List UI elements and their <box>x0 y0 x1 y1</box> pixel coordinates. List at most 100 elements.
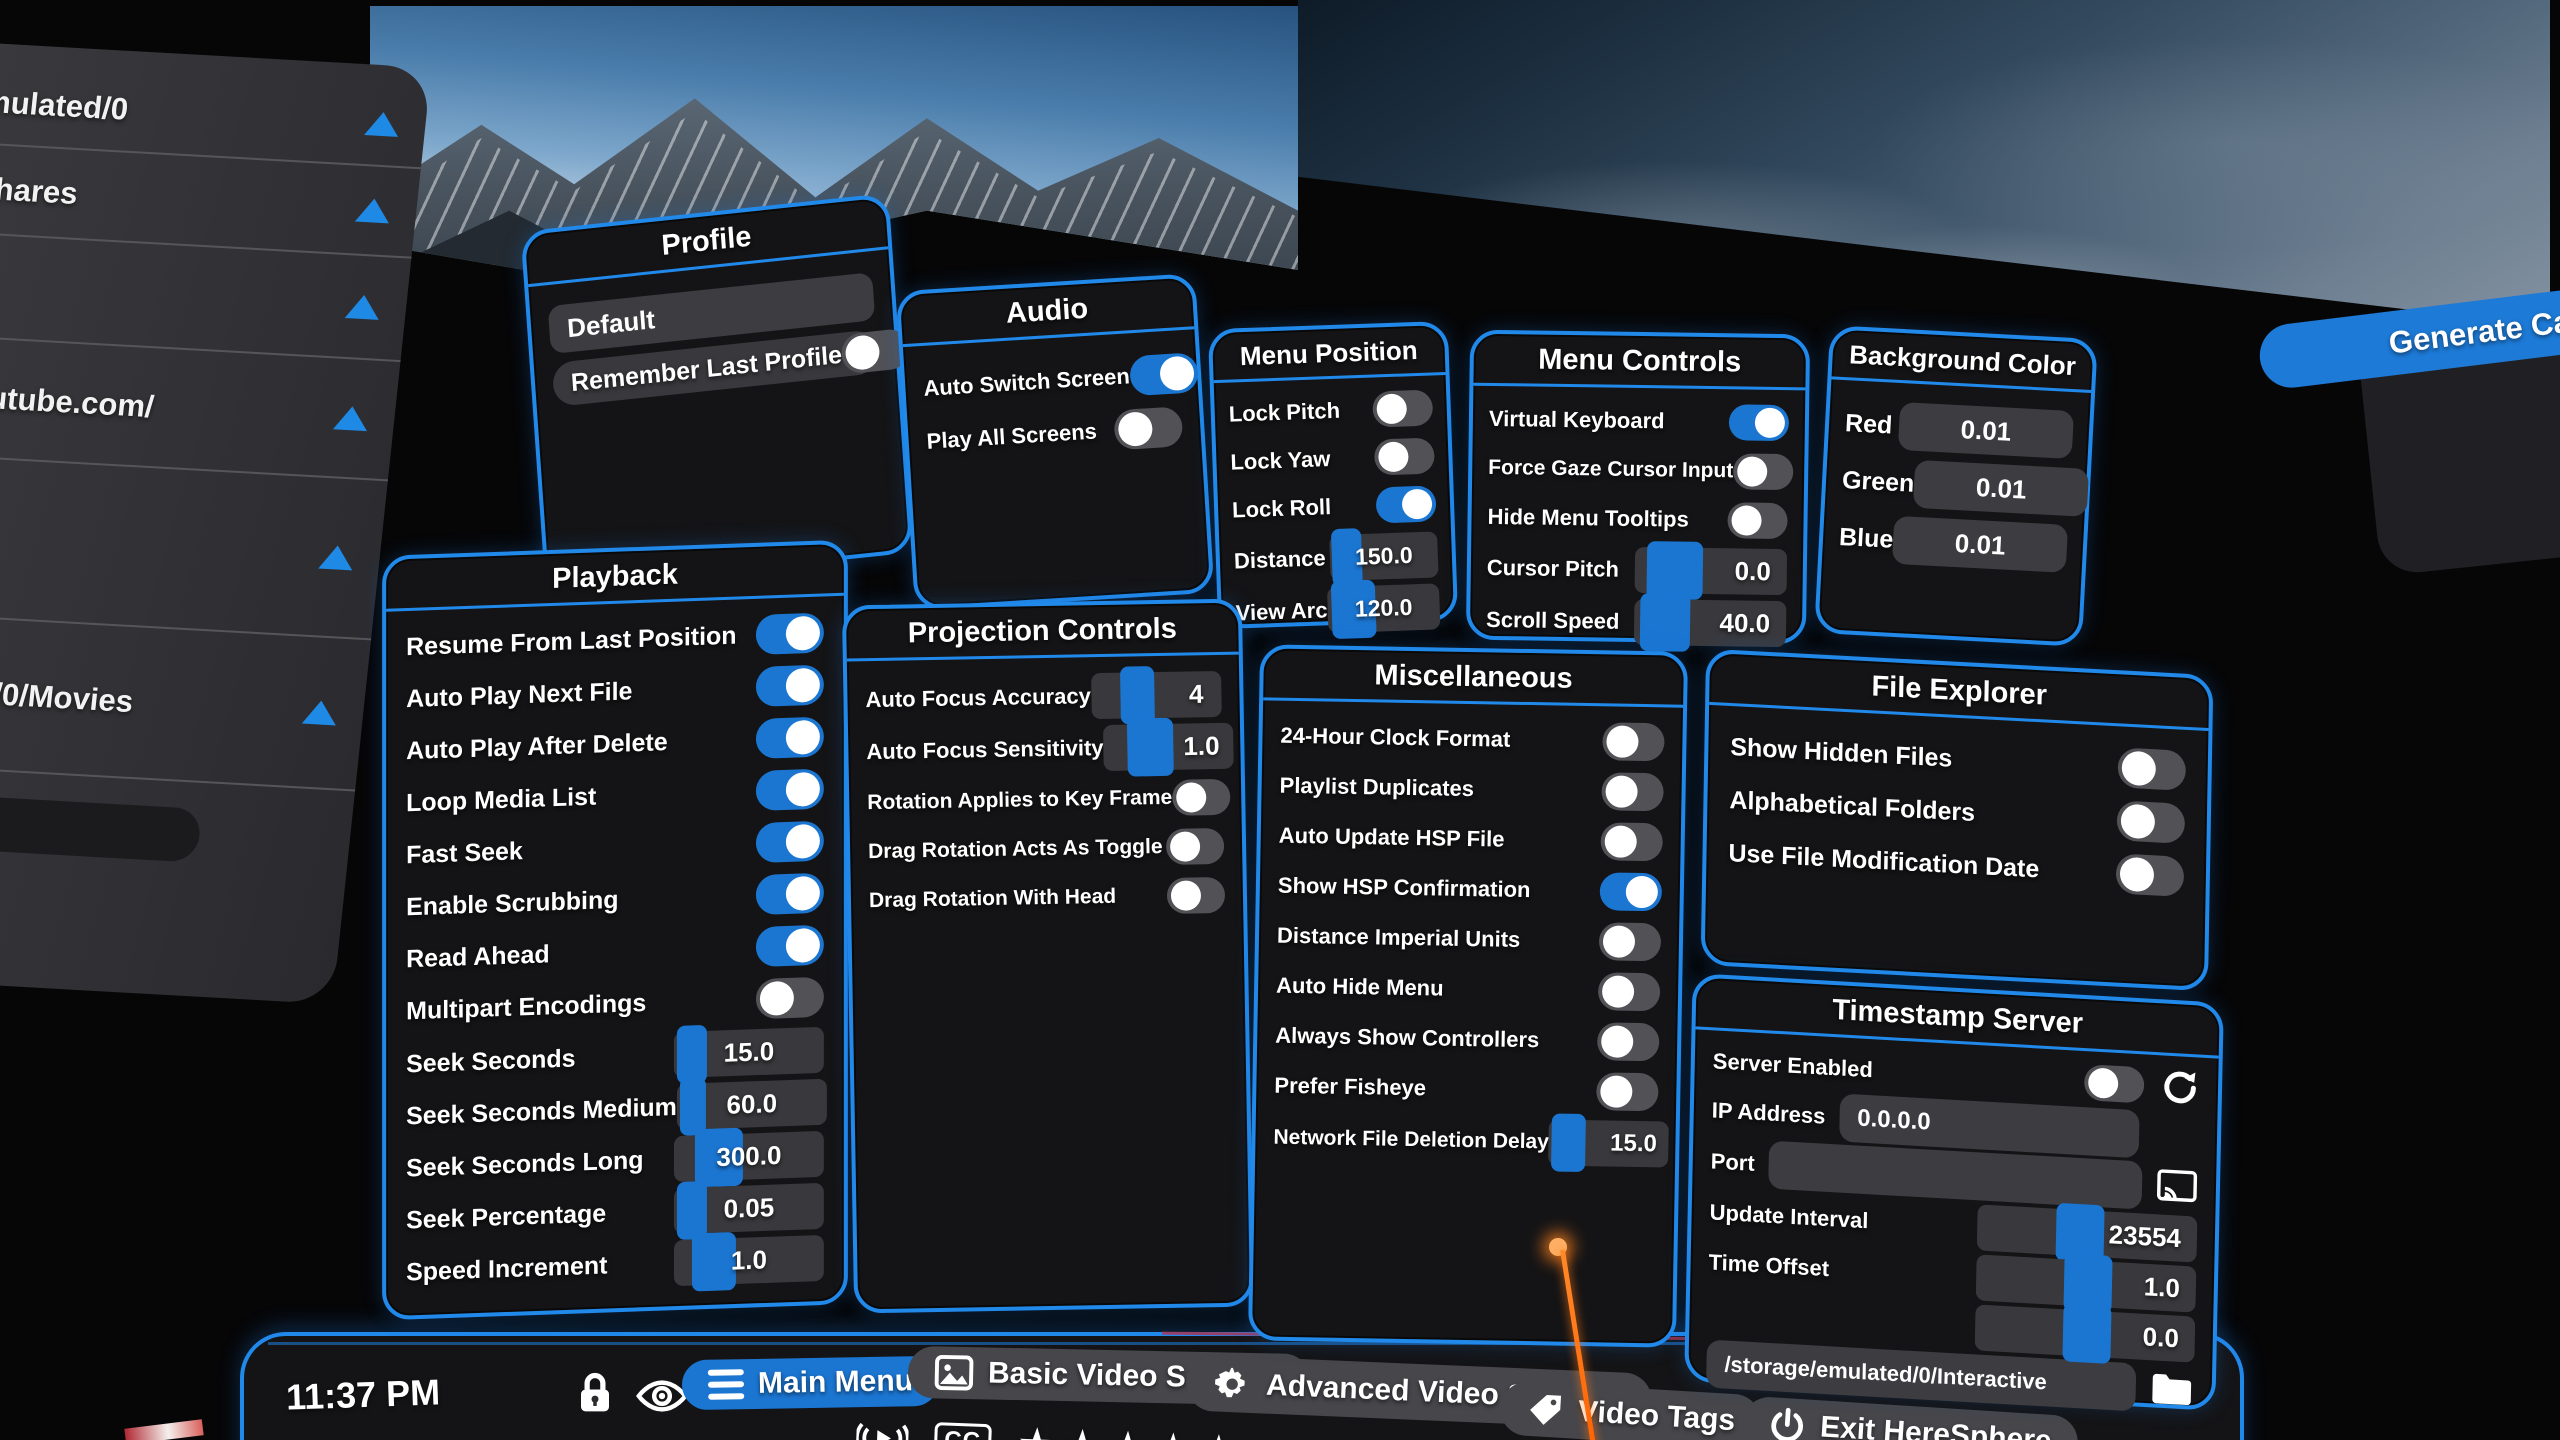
main-menu-button[interactable]: Main Menu <box>682 1356 940 1410</box>
network-file-deletion-delay-slider[interactable]: 15.0 <box>1548 1119 1669 1167</box>
setting-row: Lock Yaw <box>1230 433 1435 484</box>
force-gaze-cursor-toggle[interactable] <box>1733 453 1793 490</box>
auto-hide-menu-toggle[interactable] <box>1598 972 1661 1011</box>
fast-seek-toggle[interactable] <box>756 821 824 863</box>
seek-seconds-medium-slider[interactable]: 60.0 <box>677 1079 827 1130</box>
sidebar-item-youtube[interactable]: youtube.com/ <box>0 336 400 481</box>
rotation-applies-key-frame-toggle[interactable] <box>1172 779 1231 816</box>
video-tags-label: Video Tags <box>1577 1395 1736 1438</box>
resume-from-last-position-toggle[interactable] <box>756 613 824 655</box>
toggle-knob <box>1117 411 1153 447</box>
sidebar-item-label: lated/0/Movies <box>0 672 135 720</box>
auto-focus-accuracy-slider[interactable]: 4 <box>1091 671 1222 719</box>
scroll-speed-slider[interactable]: 40.0 <box>1634 599 1787 647</box>
setting-label: Read Ahead <box>406 940 549 974</box>
cast-icon[interactable] <box>2156 1167 2199 1207</box>
seek-seconds-slider[interactable]: 15.0 <box>674 1027 824 1078</box>
heart-icon[interactable]: ♥ <box>1269 1426 1298 1440</box>
setting-label: Show Hidden Files <box>1730 733 1952 774</box>
distance-imperial-units-toggle[interactable] <box>1599 922 1662 961</box>
setting-row: Cursor Pitch 0.0 <box>1487 545 1788 595</box>
blue-field[interactable]: 0.01 <box>1892 516 2068 573</box>
folder-icon[interactable] <box>2149 1369 2194 1409</box>
drag-rotation-with-head-toggle[interactable] <box>1167 877 1226 914</box>
prefer-fisheye-toggle[interactable] <box>1596 1072 1659 1111</box>
triangle-up-icon <box>333 405 370 431</box>
red-field[interactable]: 0.01 <box>1898 402 2074 459</box>
setting-label: Blue <box>1838 522 1894 554</box>
setting-label: Auto Focus Sensitivity <box>866 735 1104 765</box>
read-ahead-toggle[interactable] <box>756 925 824 967</box>
clock-time: 11:37 PM <box>285 1371 440 1418</box>
toggle-knob <box>1378 441 1409 472</box>
cursor-pitch-slider[interactable]: 0.0 <box>1635 547 1788 595</box>
setting-row: Blue 0.01 <box>1838 513 2068 573</box>
distance-slider[interactable]: 150.0 <box>1329 531 1439 581</box>
lock-pitch-toggle[interactable] <box>1372 389 1433 427</box>
play-all-screens-toggle[interactable] <box>1113 406 1183 450</box>
slider-handle[interactable] <box>2062 1303 2111 1364</box>
slider-handle[interactable] <box>1640 593 1691 652</box>
sidebar-selected-row[interactable] <box>0 791 202 863</box>
setting-label: Network File Deletion Delay <box>1273 1126 1549 1155</box>
view-arc-slider[interactable]: 120.0 <box>1327 583 1441 633</box>
show-hidden-files-toggle[interactable] <box>2117 747 2186 791</box>
enable-scrubbing-toggle[interactable] <box>756 873 824 915</box>
virtual-keyboard-toggle[interactable] <box>1729 404 1789 441</box>
hide-menu-tooltips-toggle[interactable] <box>1727 502 1787 539</box>
star-rating[interactable]: ★★★★★ <box>1016 1418 1245 1440</box>
auto-play-after-delete-toggle[interactable] <box>756 717 824 759</box>
toggle-knob <box>786 824 820 859</box>
lock-button[interactable] <box>574 1370 616 1416</box>
setting-label: Lock Pitch <box>1228 398 1340 428</box>
slider-handle[interactable] <box>1647 541 1704 600</box>
setting-row: Prefer Fisheye <box>1274 1063 1659 1116</box>
extra-slider[interactable]: 0.0 <box>1975 1304 2196 1362</box>
triangle-up-icon <box>355 198 392 224</box>
speed-increment-slider[interactable]: 1.0 <box>674 1235 824 1286</box>
broadcast-icon[interactable] <box>856 1417 909 1440</box>
triangle-up-icon <box>302 700 339 726</box>
playlist-duplicates-toggle[interactable] <box>1601 772 1664 811</box>
eye-button[interactable] <box>636 1378 688 1414</box>
setting-label: Auto Hide Menu <box>1276 973 1444 1002</box>
drag-rotation-toggle-mode[interactable] <box>1166 828 1225 865</box>
setting-label: Port <box>1710 1148 1754 1176</box>
show-hsp-confirmation-toggle[interactable] <box>1600 872 1663 911</box>
clock-format-toggle[interactable] <box>1602 722 1665 761</box>
slider-value: 1.0 <box>1183 730 1220 762</box>
auto-play-next-file-toggle[interactable] <box>756 665 824 707</box>
toggle-knob <box>786 928 820 963</box>
green-field[interactable]: 0.01 <box>1913 460 2089 517</box>
refresh-icon[interactable] <box>2160 1066 2201 1108</box>
auto-switch-screen-toggle[interactable] <box>1129 352 1199 396</box>
alphabetical-folders-toggle[interactable] <box>2117 800 2186 844</box>
seek-percentage-slider[interactable]: 0.05 <box>674 1183 824 1234</box>
loop-media-list-toggle[interactable] <box>756 769 824 811</box>
slider-handle[interactable] <box>1126 718 1173 777</box>
seek-seconds-long-slider[interactable]: 300.0 <box>674 1131 824 1182</box>
slider-handle[interactable] <box>1120 666 1155 725</box>
auto-update-hsp-toggle[interactable] <box>1600 822 1663 861</box>
lock-roll-toggle[interactable] <box>1375 485 1436 523</box>
multipart-encodings-toggle[interactable] <box>756 977 824 1019</box>
sidebar-item-blank-2[interactable] <box>0 455 388 640</box>
setting-row: Lock Roll <box>1231 481 1436 532</box>
setting-label: Speed Increment <box>406 1251 607 1287</box>
sidebar-item-movies[interactable]: lated/0/Movies <box>0 614 371 791</box>
cc-icon[interactable]: CC <box>934 1422 992 1440</box>
panel-menu-position: Menu Position Lock Pitch Lock Yaw Lock R… <box>1208 321 1458 629</box>
use-file-modification-date-toggle[interactable] <box>2116 853 2185 897</box>
toggle-knob <box>1604 825 1637 858</box>
always-show-controllers-toggle[interactable] <box>1597 1022 1660 1061</box>
setting-label: Cursor Pitch <box>1487 555 1619 583</box>
toggle-knob <box>786 772 820 807</box>
setting-label: Seek Seconds Medium <box>406 1092 677 1130</box>
setting-label: Drag Rotation With Head <box>869 885 1117 913</box>
slider-handle[interactable] <box>1551 1113 1586 1172</box>
slider-value: 1.0 <box>674 1242 824 1278</box>
server-enabled-toggle[interactable] <box>2084 1064 2145 1103</box>
lock-yaw-toggle[interactable] <box>1374 437 1435 475</box>
auto-focus-sensitivity-slider[interactable]: 1.0 <box>1103 723 1234 771</box>
setting-label: Rotation Applies to Key Frame <box>867 786 1172 815</box>
